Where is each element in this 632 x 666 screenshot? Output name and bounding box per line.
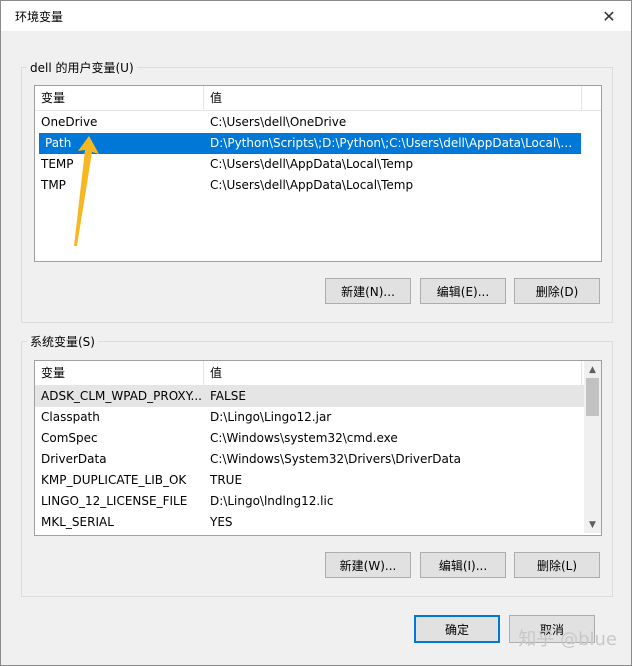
variable-value: C:\Users\dell\OneDrive: [210, 115, 347, 129]
list-header: 变量 值: [35, 361, 601, 386]
close-icon[interactable]: ✕: [599, 6, 619, 26]
table-row[interactable]: ADSK_CLM_WPAD_PROXY... FALSE: [35, 386, 584, 407]
variable-value: C:\Windows\system32\cmd.exe: [210, 431, 398, 445]
variable-value: D:\Lingo\Lingo12.jar: [210, 410, 332, 424]
variable-value: C:\Users\dell\AppData\Local\Temp: [210, 157, 414, 171]
cancel-button[interactable]: 取消: [509, 615, 595, 643]
column-header-variable[interactable]: 变量: [35, 86, 204, 110]
variable-name: DriverData: [41, 452, 107, 466]
user-edit-button[interactable]: 编辑(E)...: [420, 278, 506, 304]
scrollbar-thumb[interactable]: [586, 378, 599, 416]
chevron-up-icon[interactable]: ▲: [584, 361, 601, 378]
variable-value: C:\Windows\System32\Drivers\DriverData: [210, 452, 461, 466]
column-header-value[interactable]: 值: [204, 361, 582, 385]
variable-name: MKL_SERIAL: [41, 515, 114, 529]
table-row-selected[interactable]: Path D:\Python\Scripts\;D:\Python\;C:\Us…: [39, 133, 581, 154]
window-title: 环境变量: [15, 10, 64, 24]
system-delete-button[interactable]: 删除(L): [514, 552, 600, 578]
table-row[interactable]: KMP_DUPLICATE_LIB_OK TRUE: [35, 470, 584, 491]
variable-value: C:\Users\dell\AppData\Local\Temp: [210, 178, 414, 192]
table-row[interactable]: TMP C:\Users\dell\AppData\Local\Temp: [35, 175, 601, 196]
variable-name: LINGO_12_LICENSE_FILE: [41, 494, 188, 508]
annotation-arrow: [74, 136, 99, 246]
variable-name: ADSK_CLM_WPAD_PROXY...: [41, 389, 202, 403]
variable-value: D:\Lingo\lndlng12.lic: [210, 494, 334, 508]
variable-value: D:\Python\Scripts\;D:\Python\;C:\Users\d…: [210, 136, 581, 150]
user-delete-button[interactable]: 删除(D): [514, 278, 600, 304]
variable-value: TRUE: [210, 473, 243, 487]
variable-name: ComSpec: [41, 431, 98, 445]
table-row[interactable]: LINGO_12_LICENSE_FILE D:\Lingo\lndlng12.…: [35, 491, 584, 512]
system-variables-list[interactable]: 变量 值 ADSK_CLM_WPAD_PROXY... FALSE Classp…: [34, 360, 602, 536]
title-bar[interactable]: 环境变量 ✕: [1, 1, 631, 31]
ok-button[interactable]: 确定: [414, 615, 500, 643]
user-variables-list[interactable]: 变量 值 OneDrive C:\Users\dell\OneDrive Pat…: [34, 85, 602, 262]
variable-name: Classpath: [41, 410, 100, 424]
table-row[interactable]: ComSpec C:\Windows\system32\cmd.exe: [35, 428, 584, 449]
variable-value: YES: [210, 515, 233, 529]
environment-variables-dialog: 环境变量 ✕ dell 的用户变量(U) 变量 值 OneDrive C:\Us…: [0, 0, 632, 666]
table-row[interactable]: OneDrive C:\Users\dell\OneDrive: [35, 112, 601, 133]
column-header-value[interactable]: 值: [204, 86, 582, 110]
variable-value: FALSE: [210, 389, 246, 403]
table-row[interactable]: MKL_SERIAL YES: [35, 512, 584, 533]
system-variables-label: 系统变量(S): [27, 333, 98, 350]
table-row[interactable]: Classpath D:\Lingo\Lingo12.jar: [35, 407, 584, 428]
user-variables-label: dell 的用户变量(U): [27, 59, 137, 76]
table-row[interactable]: DriverData C:\Windows\System32\Drivers\D…: [35, 449, 584, 470]
system-new-button[interactable]: 新建(W)...: [325, 552, 411, 578]
vertical-scrollbar[interactable]: ▲ ▼: [584, 361, 601, 533]
table-row[interactable]: TEMP C:\Users\dell\AppData\Local\Temp: [35, 154, 601, 175]
column-header-variable[interactable]: 变量: [35, 361, 204, 385]
chevron-down-icon[interactable]: ▼: [584, 516, 601, 533]
system-edit-button[interactable]: 编辑(I)...: [420, 552, 506, 578]
list-header: 变量 值: [35, 86, 601, 111]
user-new-button[interactable]: 新建(N)...: [325, 278, 411, 304]
variable-name: KMP_DUPLICATE_LIB_OK: [41, 473, 187, 487]
variable-name: OneDrive: [41, 115, 98, 129]
